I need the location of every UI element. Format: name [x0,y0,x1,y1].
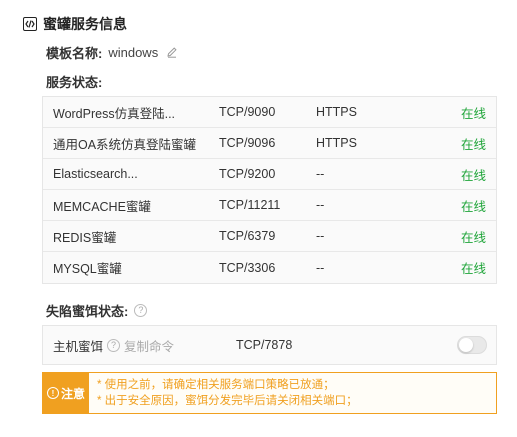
service-port: TCP/9090 [219,105,276,119]
template-label: 模板名称: [46,45,103,61]
service-status: 在线 [460,230,486,245]
service-port: TCP/9096 [219,136,276,150]
table-row: 通用OA系统仿真登陆蜜罐 TCP/9096 HTTPS 在线 [43,128,496,159]
service-port: TCP/6379 [219,229,276,243]
code-icon [23,17,37,31]
service-status: 在线 [460,262,486,276]
service-protocol: HTTPS [316,105,357,119]
service-name: Elasticsearch... [53,167,138,181]
notice-line: * 使用之前，请确定相关服务端口策略已放通； [97,379,335,391]
trap-name: 主机蜜饵 [53,339,104,354]
service-status: 在线 [460,137,486,152]
section-header: 蜜罐服务信息 [23,14,127,34]
help-icon[interactable]: ? [134,303,148,317]
service-status-label: 服务状态: [46,74,103,90]
service-name: WordPress仿真登陆... [53,106,176,121]
table-row: MYSQL蜜罐 TCP/3306 -- 在线 [43,252,496,283]
service-table: WordPress仿真登陆... TCP/9090 HTTPS 在线 通用OA系统仿真登… [42,96,497,284]
service-name: REDIS蜜罐 [53,230,117,245]
service-port: TCP/11211 [219,198,281,212]
service-name: MYSQL蜜罐 [53,262,122,276]
table-row: REDIS蜜罐 TCP/6379 -- 在线 [43,221,496,252]
section-title: 蜜罐服务信息 [43,16,127,32]
notice-tag: ! 注意 [43,373,89,413]
service-protocol: -- [316,198,325,212]
service-status: 在线 [460,199,486,214]
service-protocol: -- [316,167,325,181]
pencil-icon[interactable] [166,46,178,58]
table-row: MEMCACHE蜜罐 TCP/11211 -- 在线 [43,190,496,221]
service-name: MEMCACHE蜜罐 [53,199,151,214]
trap-status-label: 失陷蜜饵状态: ? [46,301,148,319]
service-protocol: HTTPS [316,136,357,150]
table-row: Elasticsearch... TCP/9200 -- 在线 [43,159,496,190]
service-status: 在线 [460,106,486,121]
notice-box: ! 注意 * 使用之前，请确定相关服务端口策略已放通； * 出于安全原因，蜜饵分… [42,372,497,414]
warning-icon: ! [46,387,59,399]
notice-lines: * 使用之前，请确定相关服务端口策略已放通； * 出于安全原因，蜜饵分发完毕后请… [89,373,358,413]
trap-toggle[interactable] [457,336,487,354]
service-protocol: -- [316,229,325,243]
copy-command-link[interactable]: 复制命令 [124,336,174,355]
notice-line: * 出于安全原因，蜜饵分发完毕后请关闭相关端口； [97,395,358,407]
template-row: 模板名称: windows [46,43,178,61]
table-row: WordPress仿真登陆... TCP/9090 HTTPS 在线 [43,97,496,128]
trap-port: TCP/7878 [236,338,293,352]
service-status: 在线 [460,168,486,183]
help-icon[interactable]: ? [107,338,121,352]
toggle-knob [459,338,473,352]
host-trap-row: 主机蜜饵 ? 复制命令 TCP/7878 [42,325,497,365]
service-protocol: -- [316,260,325,275]
template-value: windows [108,44,159,60]
service-name: 通用OA系统仿真登陆蜜罐 [53,137,197,152]
service-port: TCP/9200 [219,167,276,181]
service-port: TCP/3306 [219,260,276,275]
